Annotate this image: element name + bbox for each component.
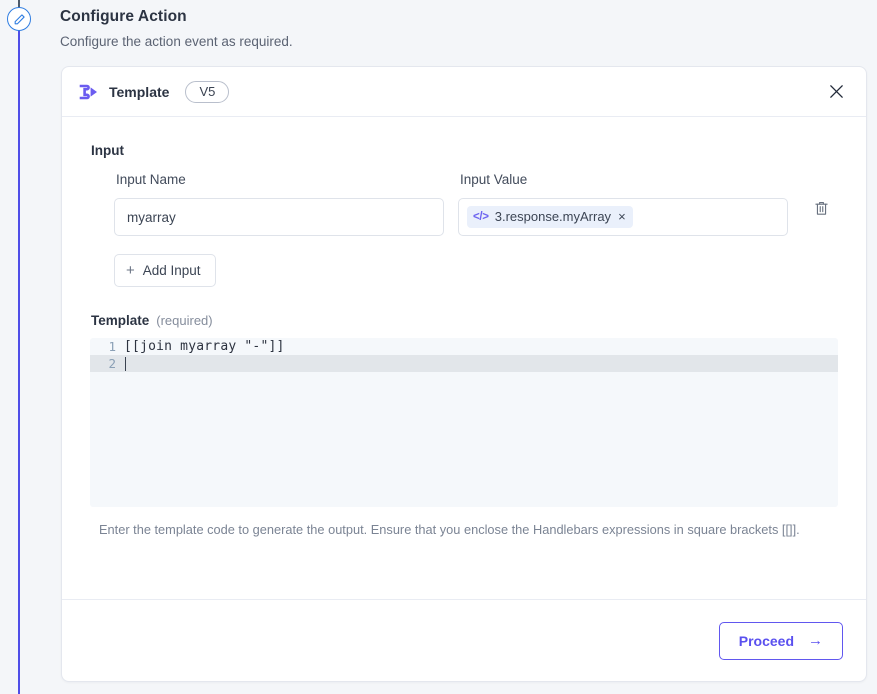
card-footer: Proceed → (62, 599, 866, 681)
version-badge: V5 (185, 80, 230, 103)
code-text: [[join myarray "-"]] (124, 339, 285, 354)
template-node-icon (75, 81, 101, 103)
variable-chip-remove-icon[interactable]: × (617, 210, 627, 223)
page-title: Configure Action (60, 8, 187, 25)
input-value-column: Input Value </> 3.response.myArray × (458, 172, 788, 236)
input-rows: Input Name myarray Input Value </> 3.res… (90, 172, 838, 287)
workflow-rail (0, 0, 40, 694)
card-title: Template (109, 83, 170, 100)
add-input-label: Add Input (142, 263, 201, 278)
configure-action-card: Template V5 Input Input Name myarray Inp… (61, 66, 867, 682)
line-number: 2 (108, 356, 116, 371)
input-value-label: Input Value (460, 172, 528, 187)
proceed-label: Proceed (738, 632, 794, 649)
input-section-label: Input (91, 143, 124, 158)
rail-line-bottom (18, 30, 20, 694)
code-icon: </> (473, 210, 489, 223)
code-line[interactable]: 1 [[join myarray "-"]] (90, 338, 838, 355)
card-header: Template V5 (62, 67, 866, 117)
code-line[interactable]: 2 (90, 355, 838, 372)
add-input-button[interactable]: + Add Input (114, 254, 216, 287)
line-number: 1 (108, 339, 116, 354)
delete-input-row-button[interactable] (810, 199, 832, 223)
text-caret (125, 356, 126, 371)
input-name-column: Input Name myarray (114, 172, 444, 236)
template-code-editor[interactable]: 1 [[join myarray "-"]] 2 (90, 338, 838, 507)
template-section-header: Template (required) (91, 313, 838, 328)
arrow-right-icon: → (808, 632, 823, 649)
input-value-field[interactable]: </> 3.response.myArray × (458, 198, 788, 236)
pencil-icon (13, 13, 26, 26)
page-subtitle: Configure the action event as required. (60, 34, 293, 49)
proceed-button[interactable]: Proceed → (718, 621, 843, 660)
card-body: Input Input Name myarray Input Value </>… (62, 117, 866, 600)
template-required-hint: (required) (156, 313, 213, 328)
plus-icon: + (126, 262, 135, 279)
input-row: Input Name myarray Input Value </> 3.res… (114, 172, 838, 236)
variable-chip-label: 3.response.myArray (494, 209, 612, 224)
rail-step-node[interactable] (7, 7, 31, 31)
variable-chip[interactable]: </> 3.response.myArray × (467, 206, 633, 228)
close-icon[interactable] (823, 79, 849, 105)
template-label: Template (91, 313, 150, 328)
input-name-label: Input Name (116, 172, 186, 187)
template-help-text: Enter the template code to generate the … (99, 522, 800, 537)
trash-icon (814, 200, 829, 222)
input-name-field[interactable]: myarray (114, 198, 444, 236)
